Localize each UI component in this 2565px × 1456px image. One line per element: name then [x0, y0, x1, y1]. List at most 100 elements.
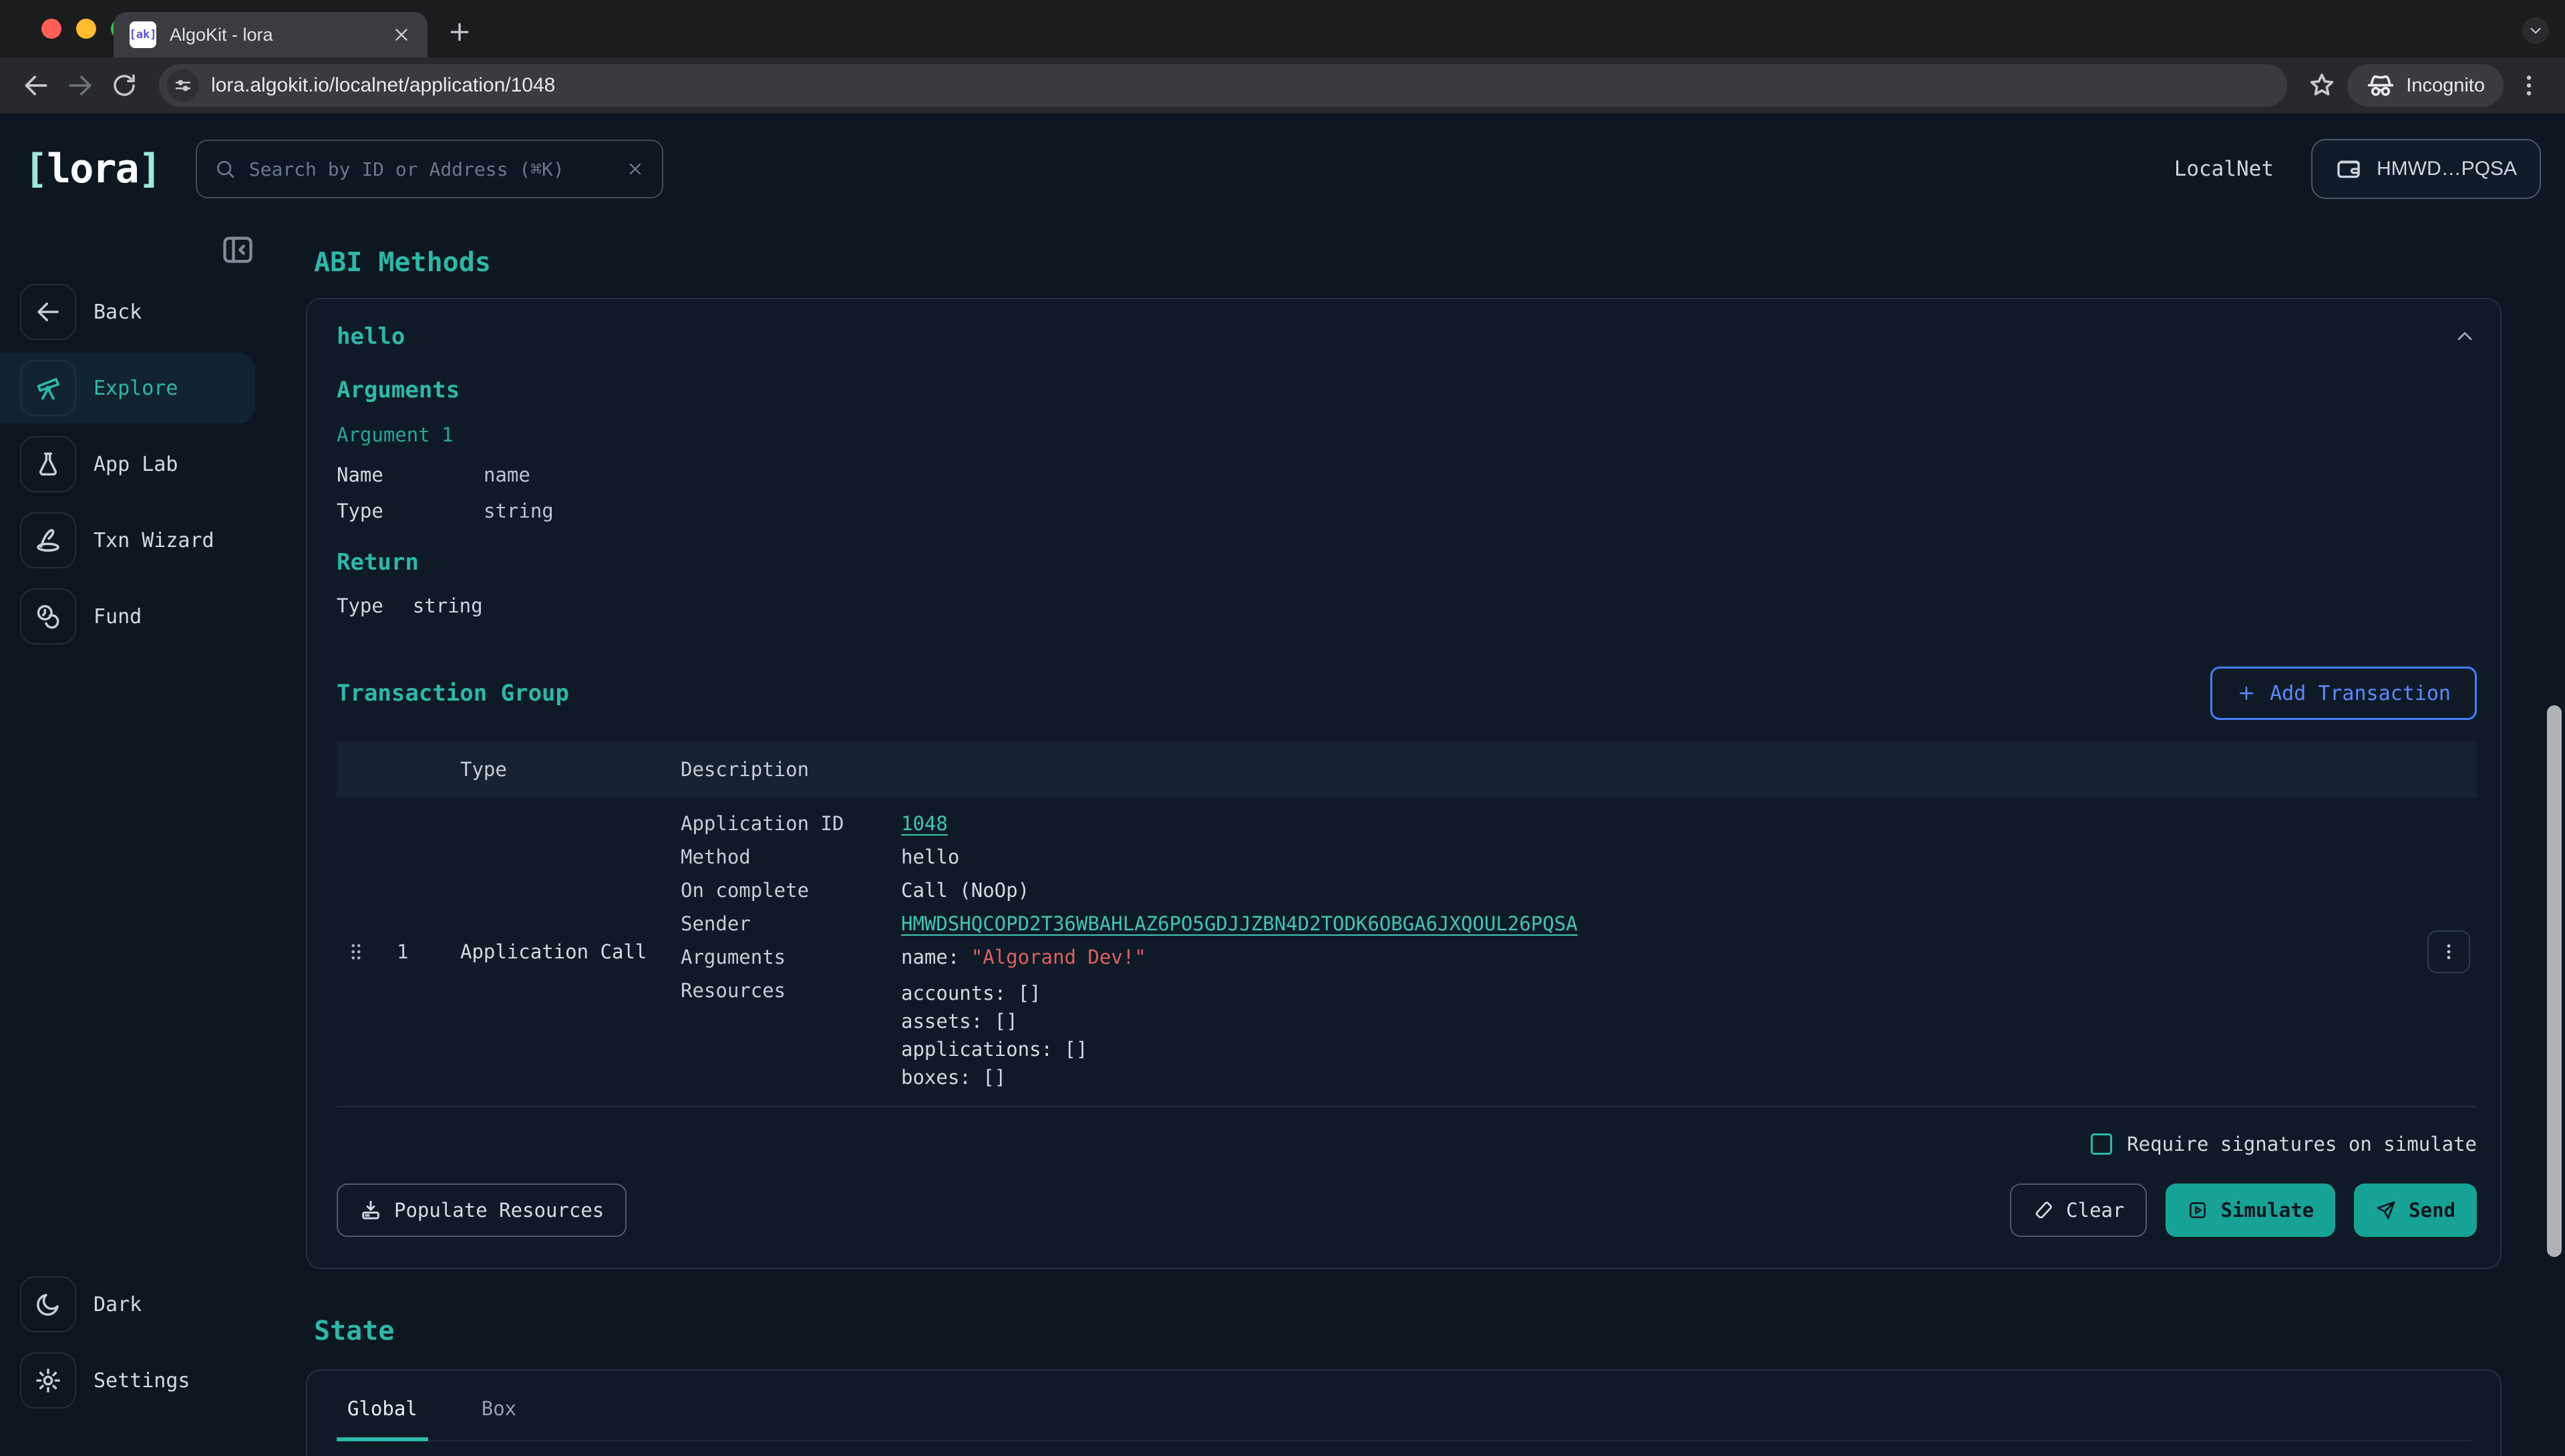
populate-resources-label: Populate Resources [394, 1199, 604, 1222]
reload-button[interactable] [106, 67, 143, 104]
search-icon [214, 158, 236, 180]
return-title: Return [337, 549, 2477, 576]
require-signatures-checkbox[interactable] [2091, 1133, 2112, 1155]
play-square-icon [2187, 1200, 2208, 1221]
collapse-sidebar-button[interactable] [220, 232, 255, 267]
argument-string-value: "Algorand Dev!" [971, 946, 1146, 968]
populate-resources-button[interactable]: Populate Resources [337, 1184, 627, 1237]
tab-close-icon[interactable] [391, 25, 411, 45]
arg-name-label: Name [337, 464, 484, 486]
arg-type-label: Type [337, 500, 484, 522]
argument-key: name: [901, 946, 959, 968]
add-transaction-button[interactable]: Add Transaction [2210, 667, 2477, 720]
table-row[interactable]: 1 Application Call Application ID 1048 M… [337, 797, 2477, 1107]
drag-handle-icon[interactable] [345, 940, 367, 963]
eraser-icon [2033, 1200, 2054, 1221]
tab-box[interactable]: Box [471, 1397, 527, 1440]
sidebar-item-app-lab[interactable]: App Lab [0, 429, 267, 500]
row-index: 1 [397, 940, 460, 963]
application-id-link[interactable]: 1048 [901, 812, 948, 835]
logo-bracket-right: ] [138, 146, 161, 192]
logo-text: lora [47, 146, 138, 192]
detail-label: Application ID [681, 812, 901, 835]
search-input[interactable] [249, 158, 613, 180]
simulate-label: Simulate [2220, 1199, 2314, 1222]
detail-label: Sender [681, 912, 901, 935]
coins-icon [20, 588, 76, 645]
sender-address-link[interactable]: HMWDSHQCOPD2T36WBAHLAZ6PO5GDJJZBN4D2TODK… [901, 912, 1578, 935]
return-type-value: string [413, 594, 483, 617]
wallet-icon [2335, 156, 2362, 182]
wizard-hat-icon [20, 512, 76, 568]
flask-icon [20, 436, 76, 492]
address-bar[interactable]: lora.algokit.io/localnet/application/104… [159, 64, 2287, 107]
detail-label: Method [681, 846, 901, 868]
row-type: Application Call [460, 940, 681, 963]
browser-tab-bar: [ak] AlgoKit - lora [0, 0, 2565, 57]
state-title: State [314, 1316, 2502, 1346]
minimize-window-button[interactable] [76, 19, 96, 39]
row-menu-button[interactable] [2427, 930, 2470, 973]
logo-bracket-left: [ [24, 146, 47, 192]
tab-search-button[interactable] [2522, 17, 2549, 44]
clear-button[interactable]: Clear [2010, 1184, 2147, 1237]
sidebar-item-settings[interactable]: Settings [0, 1345, 267, 1416]
arg-type-value: string [484, 500, 2477, 522]
new-tab-button[interactable] [446, 19, 473, 45]
back-button[interactable] [17, 67, 55, 104]
column-header-type: Type [460, 758, 681, 781]
url-text[interactable]: lora.algokit.io/localnet/application/104… [211, 74, 555, 97]
detail-label: Resources [681, 979, 901, 1002]
resource-item: accounts: [] [901, 979, 2410, 1007]
sidebar-item-txn-wizard[interactable]: Txn Wizard [0, 505, 267, 576]
wallet-address-label: HMWD…PQSA [2377, 158, 2517, 180]
resource-item: assets: [] [901, 1007, 2410, 1035]
argument-value-row: name: "Algorand Dev!" [901, 946, 2410, 968]
send-label: Send [2409, 1199, 2455, 1222]
method-name[interactable]: hello [337, 323, 405, 350]
state-tabs: Global Box [337, 1397, 2471, 1441]
simulate-button[interactable]: Simulate [2166, 1184, 2335, 1237]
gear-icon [20, 1352, 76, 1409]
chevron-up-icon[interactable] [2453, 325, 2477, 349]
transaction-table: Type Description 1 Application Call Appl… [337, 741, 2477, 1107]
sidebar-item-fund[interactable]: Fund [0, 581, 267, 652]
sidebar-item-label: Fund [94, 605, 142, 628]
sidebar-item-back[interactable]: Back [0, 277, 267, 347]
site-settings-icon[interactable] [167, 69, 199, 102]
forward-button[interactable] [61, 67, 99, 104]
return-type-label: Type [337, 594, 383, 617]
sidebar-item-dark-mode[interactable]: Dark [0, 1269, 267, 1340]
sidebar-item-label: Txn Wizard [94, 529, 214, 552]
detail-label: On complete [681, 879, 901, 902]
back-arrow-icon [20, 284, 76, 340]
clear-label: Clear [2066, 1199, 2124, 1222]
send-button[interactable]: Send [2354, 1184, 2477, 1237]
incognito-icon [2366, 71, 2395, 100]
plus-icon [2236, 683, 2256, 703]
browser-toolbar: lora.algokit.io/localnet/application/104… [0, 57, 2565, 114]
browser-tab[interactable]: [ak] AlgoKit - lora [114, 12, 428, 57]
close-window-button[interactable] [41, 19, 61, 39]
sidebar: Back Explore App Lab [0, 224, 267, 1443]
search-box[interactable] [196, 140, 663, 198]
incognito-label: Incognito [2406, 75, 2485, 97]
clear-search-icon[interactable] [626, 160, 645, 178]
detail-label: Arguments [681, 946, 901, 968]
bookmark-star-icon[interactable] [2303, 67, 2341, 104]
ellipsis-vertical-icon [2438, 941, 2459, 962]
tab-favicon: [ak] [130, 21, 156, 48]
wallet-button[interactable]: HMWD…PQSA [2311, 139, 2541, 199]
state-card: Global Box [306, 1369, 2502, 1456]
page-scrollbar[interactable] [2547, 705, 2562, 1257]
sidebar-item-explore[interactable]: Explore [0, 353, 255, 423]
lora-logo[interactable]: [lora] [24, 146, 161, 192]
tab-global[interactable]: Global [337, 1397, 428, 1441]
import-icon [359, 1199, 382, 1222]
browser-menu-icon[interactable] [2510, 67, 2548, 104]
telescope-icon [20, 360, 76, 416]
tab-title: AlgoKit - lora [170, 25, 378, 45]
table-header-row: Type Description [337, 741, 2477, 797]
network-label[interactable]: LocalNet [2174, 157, 2274, 181]
method-value: hello [901, 846, 2410, 868]
